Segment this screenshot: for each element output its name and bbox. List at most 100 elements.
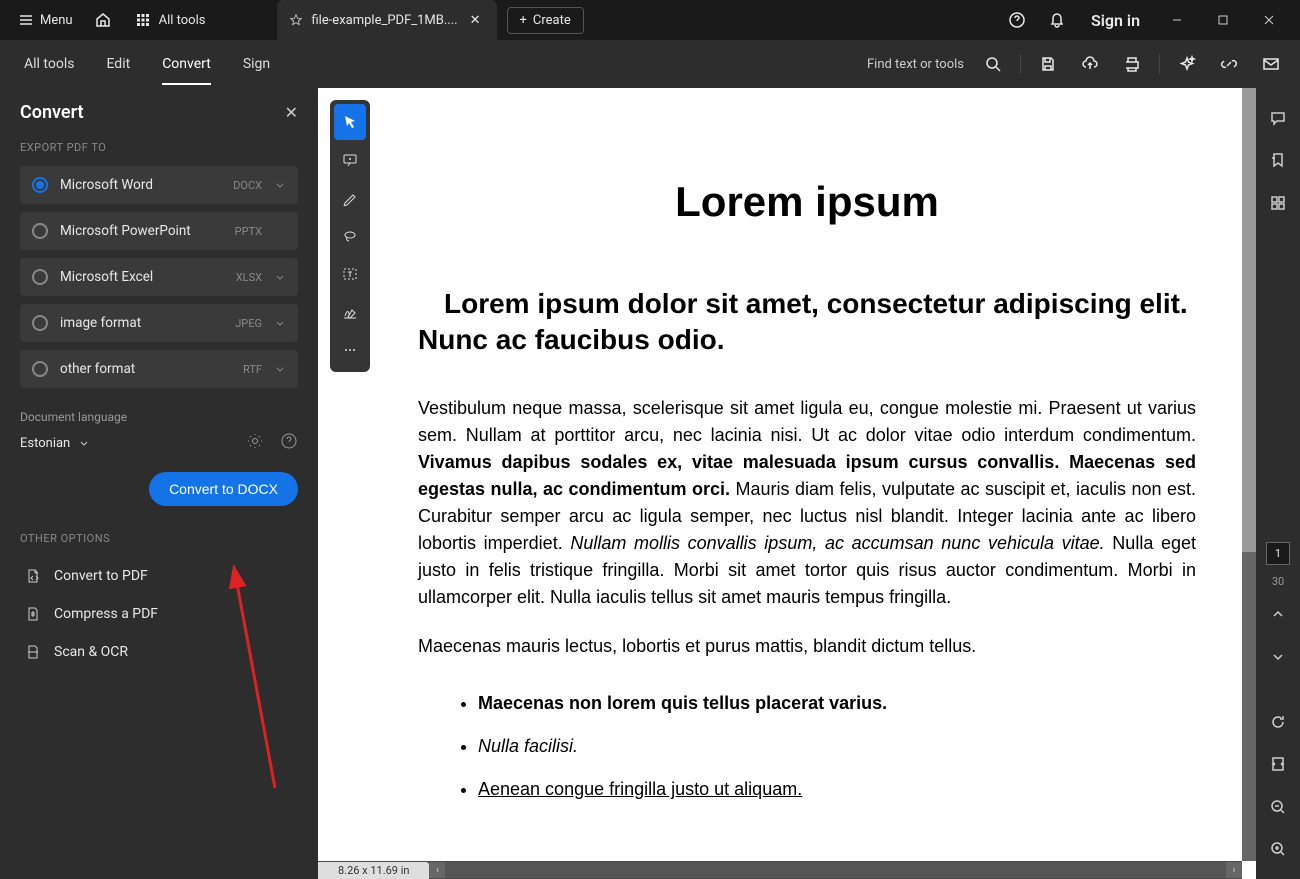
page-up-button[interactable] [1258, 598, 1298, 630]
create-button[interactable]: + Create [507, 7, 584, 34]
toolbar-convert[interactable]: Convert [148, 44, 225, 84]
radio-indicator [32, 223, 48, 239]
more-tools[interactable] [334, 332, 366, 368]
star-icon [289, 13, 303, 27]
cloud-button[interactable] [1071, 44, 1109, 84]
bookmarks-panel-button[interactable] [1258, 144, 1298, 176]
radio-indicator [32, 315, 48, 331]
toolbar-edit[interactable]: Edit [92, 44, 144, 84]
text-tool[interactable] [334, 256, 366, 292]
format-ext: PPTX [235, 225, 262, 238]
compress-pdf-option[interactable]: Compress a PDF [20, 595, 298, 633]
option-label: Convert to PDF [54, 568, 148, 584]
all-tools-button[interactable]: All tools [123, 6, 218, 34]
close-window-button[interactable] [1246, 0, 1292, 40]
doc-bullet-list: Maecenas non lorem quis tellus placerat … [418, 682, 1196, 812]
speech-icon [1269, 109, 1287, 127]
convert-to-docx-button[interactable]: Convert to DOCX [149, 472, 298, 506]
page-down-button[interactable] [1258, 640, 1298, 672]
doc-bullet-2: Nulla facilisi. [478, 736, 578, 756]
find-text-button[interactable]: Find text or tools [861, 57, 970, 72]
settings-button[interactable] [246, 432, 264, 454]
convert-pdf-icon [24, 567, 42, 585]
comment-icon [342, 152, 358, 168]
thumbnails-panel-button[interactable] [1258, 187, 1298, 219]
home-button[interactable] [83, 0, 123, 40]
scan-ocr-icon [24, 643, 42, 661]
export-format-xlsx[interactable]: Microsoft ExcelXLSX [20, 258, 298, 296]
maximize-window-button[interactable] [1200, 0, 1246, 40]
fit-width-icon [1269, 755, 1287, 773]
help-circle-icon [280, 432, 298, 450]
right-rail: 1 30 [1256, 88, 1300, 879]
format-label: image format [60, 315, 223, 331]
print-button[interactable] [1113, 44, 1151, 84]
convert-sidebar: Convert ✕ EXPORT PDF TO Microsoft WordDO… [0, 88, 318, 879]
page-dimensions: 8.26 x 11.69 in [318, 862, 429, 879]
format-label: Microsoft PowerPoint [60, 223, 223, 239]
info-button[interactable] [280, 432, 298, 454]
cloud-upload-icon [1081, 55, 1099, 73]
minimize-window-button[interactable] [1154, 0, 1200, 40]
other-options-label: OTHER OPTIONS [20, 532, 298, 545]
language-value: Estonian [20, 436, 70, 451]
convert-pdf-option[interactable]: Convert to PDF [20, 557, 298, 595]
close-sidebar-button[interactable]: ✕ [285, 103, 298, 122]
toolbar-sign[interactable]: Sign [229, 44, 284, 84]
email-button[interactable] [1252, 44, 1290, 84]
total-pages: 30 [1272, 575, 1284, 588]
bookmark-icon [1269, 151, 1287, 169]
signature-icon [342, 304, 358, 320]
format-ext: JPEG [235, 317, 262, 330]
lasso-icon [342, 228, 358, 244]
ai-button[interactable] [1168, 44, 1206, 84]
radio-indicator [32, 269, 48, 285]
export-format-pptx[interactable]: Microsoft PowerPoint PPTX [20, 212, 298, 250]
export-format-docx[interactable]: Microsoft WordDOCX [20, 166, 298, 204]
link-button[interactable] [1210, 44, 1248, 84]
chevron-down-icon [274, 363, 286, 375]
zoom-in-button[interactable] [1258, 833, 1298, 865]
sign-in-button[interactable]: Sign in [1077, 11, 1154, 30]
grid-icon [135, 12, 151, 28]
vertical-scrollbar[interactable] [1242, 88, 1256, 861]
comments-panel-button[interactable] [1258, 102, 1298, 134]
chevron-up-icon [1271, 607, 1285, 621]
document-tab[interactable]: file-example_PDF_1MB.... ✕ [277, 0, 496, 40]
export-format-rtf[interactable]: other formatRTF [20, 350, 298, 388]
current-page-indicator[interactable]: 1 [1266, 542, 1290, 565]
highlight-tool[interactable] [334, 180, 366, 216]
help-button[interactable] [997, 0, 1037, 40]
sidebar-title: Convert [20, 102, 84, 123]
toolbar: All tools Edit Convert Sign Find text or… [0, 40, 1300, 88]
chevron-down-icon [274, 271, 286, 283]
scroll-left-button[interactable]: ‹ [429, 862, 445, 878]
comment-tool[interactable] [334, 142, 366, 178]
save-button[interactable] [1029, 44, 1067, 84]
export-format-jpeg[interactable]: image format JPEG [20, 304, 298, 342]
scroll-right-button[interactable]: › [1226, 862, 1242, 878]
select-tool[interactable] [334, 104, 366, 140]
document-viewport[interactable]: Lorem ipsum Lorem ipsum dolor sit amet, … [318, 88, 1256, 879]
fit-width-button[interactable] [1258, 748, 1298, 780]
tab-close-button[interactable]: ✕ [466, 13, 485, 28]
horizontal-scrollbar[interactable]: ‹ › [429, 862, 1242, 878]
sparkle-icon [1178, 55, 1196, 73]
notifications-button[interactable] [1037, 0, 1077, 40]
scan-ocr-option[interactable]: Scan & OCR [20, 633, 298, 671]
export-section-label: EXPORT PDF TO [20, 141, 298, 154]
chevron-down-icon [274, 179, 286, 191]
language-select[interactable]: Estonian [20, 436, 90, 451]
zoom-out-button[interactable] [1258, 790, 1298, 822]
signature-tool[interactable] [334, 294, 366, 330]
chevron-down-icon [1271, 650, 1285, 664]
draw-tool[interactable] [334, 218, 366, 254]
format-ext: XLSX [236, 271, 262, 284]
rotate-button[interactable] [1258, 706, 1298, 738]
menu-label: Menu [40, 13, 73, 28]
search-button[interactable] [974, 44, 1012, 84]
maximize-icon [1217, 14, 1229, 26]
all-tools-label: All tools [159, 13, 206, 28]
menu-button[interactable]: Menu [8, 6, 83, 34]
toolbar-all-tools[interactable]: All tools [10, 44, 88, 84]
